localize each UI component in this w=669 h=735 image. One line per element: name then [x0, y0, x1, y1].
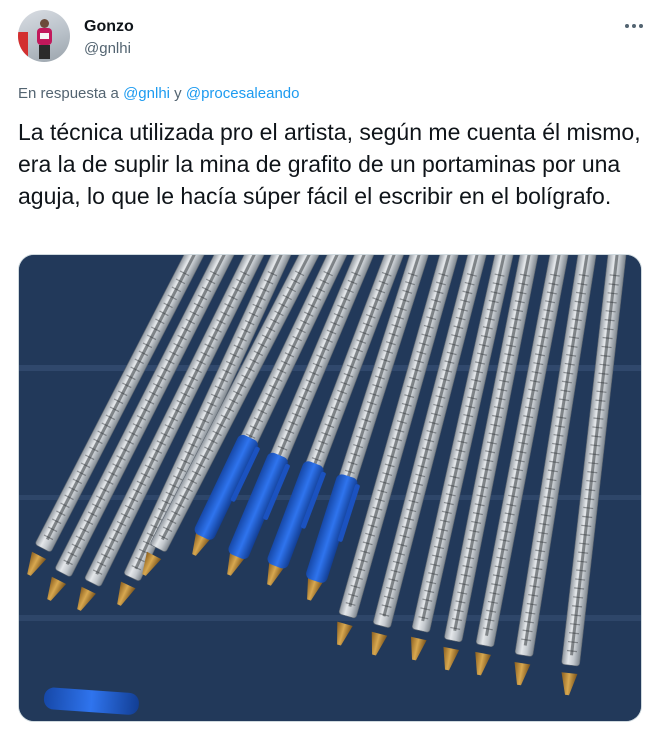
more-horizontal-icon [625, 24, 629, 28]
avatar-background-shape [18, 32, 28, 62]
photo-seam [19, 365, 641, 371]
tweet-header: Gonzo @gnlhi [18, 10, 648, 66]
reply-context: En respuesta a @gnlhi y @procesaleando [18, 85, 299, 102]
more-horizontal-icon-dot [632, 24, 636, 28]
more-horizontal-icon-dot [639, 24, 643, 28]
tweet-photo[interactable] [18, 254, 642, 722]
author-name[interactable]: Gonzo [84, 18, 134, 36]
avatar[interactable] [18, 10, 70, 62]
photo-seam [19, 615, 641, 621]
tweet: Gonzo @gnlhi En respuesta a @gnlhi y @pr… [0, 0, 669, 735]
reply-prefix: En respuesta a [18, 85, 124, 102]
author-handle[interactable]: @gnlhi [84, 40, 131, 57]
reply-mention-gnlhi[interactable]: @gnlhi [123, 85, 170, 102]
more-options-button[interactable] [620, 16, 648, 36]
pens-photo-illustration [19, 255, 641, 721]
avatar-runner-bib [40, 33, 49, 39]
avatar-runner-legs [39, 45, 50, 59]
avatar-runner-head [40, 19, 49, 28]
tweet-text: La técnica utilizada pro el artista, seg… [18, 119, 641, 209]
reply-connector: y [170, 85, 186, 102]
reply-mention-procesaleando[interactable]: @procesaleando [186, 85, 300, 102]
